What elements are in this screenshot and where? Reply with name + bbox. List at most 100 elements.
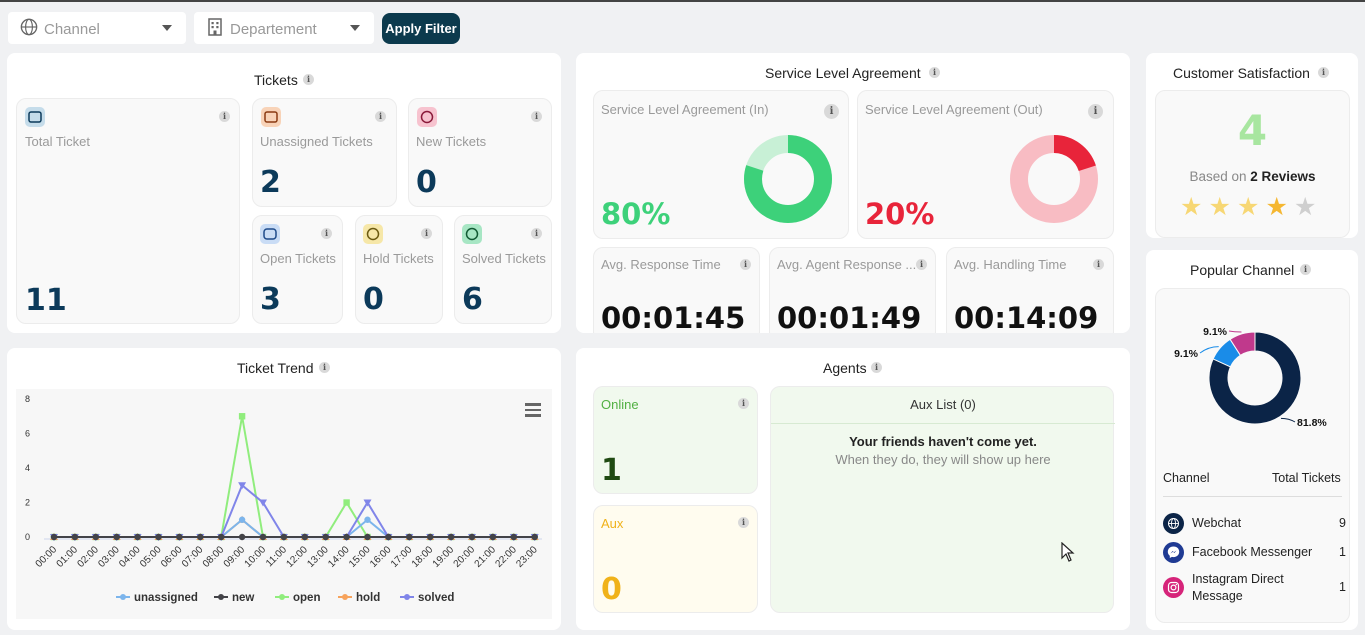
x-tick-label: 10:00: [243, 544, 269, 570]
data-point-open[interactable]: [343, 499, 350, 506]
donut-connector: [1199, 346, 1219, 354]
x-tick-label: 03:00: [96, 544, 122, 570]
donut-data-label: 81.8%: [1297, 417, 1327, 429]
data-point-new[interactable]: [71, 533, 79, 541]
star-empty-icon: ★: [1294, 193, 1317, 221]
reviews-count: 2 Reviews: [1250, 169, 1316, 184]
customer-satisfaction-title: Customer Satisfaction: [1173, 65, 1310, 81]
series-line-hold: [54, 518, 535, 538]
info-icon[interactable]: i: [740, 259, 751, 270]
data-point-new[interactable]: [113, 533, 120, 541]
data-point-new[interactable]: [50, 533, 58, 541]
info-icon[interactable]: i: [871, 362, 882, 373]
data-point-unassigned[interactable]: [364, 516, 371, 523]
x-tick-label: 22:00: [493, 544, 519, 570]
data-point-new[interactable]: [197, 533, 204, 541]
series-line-solved: [54, 484, 535, 538]
popular-channel-title: Popular Channel: [1190, 262, 1295, 278]
sla-in-label: Service Level Agreement (In): [601, 102, 769, 117]
info-icon[interactable]: i: [738, 398, 749, 409]
avg-agent-response-card: Avg. Agent Response ... i 00:01:49: [769, 247, 936, 342]
x-tick-label: 05:00: [138, 544, 164, 570]
legend-label: unassigned: [134, 592, 198, 604]
avg-handling-label: Avg. Handling Time: [954, 257, 1067, 272]
data-point-new[interactable]: [134, 533, 141, 541]
legend-item-new[interactable]: new: [214, 592, 254, 604]
empty-state-title: Your friends haven't come yet.: [849, 434, 1037, 449]
sla-in-donut: [744, 135, 832, 223]
x-tick-label: 01:00: [55, 544, 81, 570]
agents-title: Agents: [823, 360, 867, 376]
channel-total: 9: [1339, 516, 1346, 530]
channel-name: Instagram Direct Message: [1192, 572, 1284, 603]
data-point-unassigned[interactable]: [238, 516, 246, 523]
channel-row-instagram: Instagram Direct Message 1: [1163, 571, 1365, 607]
data-point-new[interactable]: [489, 533, 497, 541]
data-point-new[interactable]: [364, 533, 371, 541]
data-point-new[interactable]: [531, 533, 538, 541]
data-point-new[interactable]: [406, 533, 413, 541]
data-point-new[interactable]: [92, 533, 100, 541]
data-point-new[interactable]: [155, 533, 162, 541]
donut-data-label: 9.1%: [1203, 326, 1228, 338]
star-filled-icon: ★: [1237, 193, 1260, 221]
legend-label: new: [232, 592, 254, 604]
legend-label: open: [293, 592, 320, 604]
data-point-new[interactable]: [238, 533, 246, 541]
info-icon[interactable]: i: [1318, 67, 1329, 78]
info-icon[interactable]: i: [1300, 264, 1311, 275]
info-icon[interactable]: i: [1088, 104, 1103, 119]
x-tick-label: 02:00: [75, 544, 101, 570]
channel-total: 1: [1339, 545, 1346, 559]
x-tick-label: 17:00: [389, 544, 415, 570]
data-point-new[interactable]: [176, 533, 183, 541]
data-point-new[interactable]: [510, 533, 517, 541]
data-point-new[interactable]: [468, 533, 476, 541]
y-tick-label: 2: [25, 498, 30, 508]
channel-row-webchat: Webchat 9: [1163, 513, 1365, 535]
aux-value: 0: [601, 572, 622, 607]
info-icon[interactable]: i: [1093, 259, 1104, 270]
data-point-new[interactable]: [385, 533, 392, 541]
x-tick-label: 00:00: [34, 544, 60, 570]
y-tick-label: 6: [25, 429, 30, 439]
x-tick-label: 09:00: [222, 544, 248, 570]
info-icon[interactable]: i: [738, 517, 749, 528]
data-point-new[interactable]: [343, 533, 350, 541]
x-tick-label: 04:00: [117, 544, 143, 570]
legend-item-open[interactable]: open: [275, 592, 320, 604]
info-icon[interactable]: i: [916, 259, 927, 270]
series-line-unassigned: [54, 518, 535, 538]
based-on-prefix: Based on: [1189, 169, 1247, 184]
sla-in-value: 80%: [601, 197, 671, 231]
avg-agent-response-label: Avg. Agent Response ...: [777, 257, 917, 272]
data-point-new[interactable]: [259, 533, 267, 541]
legend-item-solved[interactable]: solved: [400, 592, 454, 604]
aux-list-card: Aux List (0) Your friends haven't come y…: [770, 386, 1115, 613]
globe-icon: [1163, 513, 1184, 534]
star-filled-icon: ★: [1208, 193, 1231, 221]
data-point-new[interactable]: [322, 533, 329, 541]
data-point-open[interactable]: [238, 413, 246, 420]
avg-handling-card: Avg. Handling Time i 00:14:09: [946, 247, 1114, 342]
panel-gap: [576, 333, 1136, 345]
x-tick-label: 08:00: [201, 544, 227, 570]
sla-in-card: Service Level Agreement (In) i 80%: [593, 90, 849, 239]
data-point-new[interactable]: [301, 533, 308, 541]
data-point-new[interactable]: [218, 533, 225, 541]
avg-response-label: Avg. Response Time: [601, 257, 721, 272]
donut-connector: [1280, 417, 1296, 423]
legend-item-hold[interactable]: hold: [338, 592, 380, 604]
aux-list-title: Aux List (0): [910, 397, 976, 412]
x-tick-label: 21:00: [473, 544, 499, 570]
legend-item-unassigned[interactable]: unassigned: [116, 592, 198, 604]
data-point-new[interactable]: [447, 533, 455, 541]
donut-connector: [1228, 330, 1242, 333]
info-icon[interactable]: i: [824, 104, 839, 119]
info-icon[interactable]: i: [929, 67, 940, 78]
sla-out-donut: [1010, 135, 1098, 223]
sla-title: Service Level Agreement: [765, 65, 921, 81]
ticket-trend-chart: 0 2 4 6 8 00:0001:0002:0003:0004:0005:0006:00…: [25, 394, 542, 604]
data-point-new[interactable]: [280, 533, 288, 541]
data-point-new[interactable]: [427, 533, 434, 541]
